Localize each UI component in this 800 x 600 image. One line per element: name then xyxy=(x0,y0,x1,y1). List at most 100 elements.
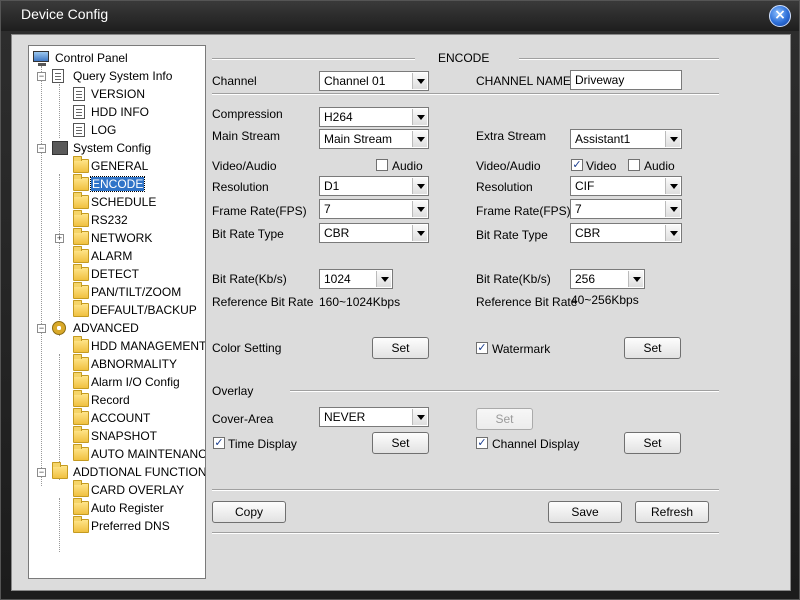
folder-icon xyxy=(73,282,89,299)
tree-label: Record xyxy=(91,393,130,407)
folder-icon xyxy=(73,498,89,515)
chevron-down-icon[interactable] xyxy=(412,178,427,194)
extra-video-checkbox[interactable]: ✓ xyxy=(571,159,583,171)
save-button[interactable]: Save xyxy=(548,501,622,523)
folder-icon xyxy=(73,354,89,371)
tree-label: System Config xyxy=(73,141,152,155)
channel-display-checkbox[interactable]: ✓ xyxy=(476,437,488,449)
chevron-down-icon[interactable] xyxy=(412,109,427,125)
chevron-down-icon[interactable] xyxy=(665,201,680,217)
cover-area-select[interactable]: NEVER xyxy=(319,407,429,427)
time-display-checkbox[interactable]: ✓ xyxy=(213,437,225,449)
extra-resolution-select[interactable]: CIF xyxy=(570,176,682,196)
extra-frame-rate-select[interactable]: 7 xyxy=(570,199,682,219)
tree-label: SCHEDULE xyxy=(91,195,157,209)
chevron-down-icon[interactable] xyxy=(665,131,680,147)
chevron-down-icon[interactable] xyxy=(412,225,427,241)
main-audio-checkbox[interactable] xyxy=(376,159,388,171)
tree-label: Preferred DNS xyxy=(91,519,170,533)
watermark-checkbox[interactable]: ✓ xyxy=(476,342,488,354)
channel-display-set-button[interactable]: Set xyxy=(624,432,681,454)
tree-label: AUTO MAINTENANC xyxy=(91,447,206,461)
folder-icon xyxy=(52,462,68,479)
extra-bit-rate-label: Bit Rate(Kb/s) xyxy=(476,272,551,286)
section-title: ENCODE xyxy=(438,51,490,65)
folder-icon xyxy=(73,480,89,497)
close-button[interactable]: × xyxy=(769,5,791,27)
extra-ref-bit-rate-label: Reference Bit Rate xyxy=(476,295,578,309)
tree-label: ENCODE xyxy=(89,176,146,192)
copy-button[interactable]: Copy xyxy=(212,501,286,523)
cover-area-label: Cover-Area xyxy=(212,412,274,426)
document-edit-icon xyxy=(52,69,64,83)
tree-label: Query System Info xyxy=(73,69,173,83)
compression-label: Compression xyxy=(212,107,283,121)
cover-area-set-button[interactable]: Set xyxy=(476,408,533,430)
main-resolution-value: D1 xyxy=(324,179,340,193)
tree-label: ALARM xyxy=(91,249,133,263)
extra-bit-rate-type-select[interactable]: CBR xyxy=(570,223,682,243)
extra-stream-value: Assistant1 xyxy=(575,132,631,146)
main-ref-bit-rate-value: 160~1024Kbps xyxy=(319,295,401,309)
extra-resolution-value: CIF xyxy=(575,179,595,193)
chevron-down-icon[interactable] xyxy=(412,201,427,217)
tree-label: HDD MANAGEMENT xyxy=(91,339,206,353)
tree-label: ABNORMALITY xyxy=(91,357,178,371)
collapse-icon[interactable]: − xyxy=(37,468,46,477)
main-resolution-select[interactable]: D1 xyxy=(319,176,429,196)
time-display-label: Time Display xyxy=(228,437,297,451)
main-bit-rate-type-label: Bit Rate Type xyxy=(212,227,284,241)
refresh-button[interactable]: Refresh xyxy=(635,501,709,523)
collapse-icon[interactable]: − xyxy=(37,324,46,333)
tree-label: ADDTIONAL FUNCTION xyxy=(73,465,206,479)
title-bar[interactable]: Device Config × xyxy=(1,1,799,31)
chevron-down-icon[interactable] xyxy=(665,178,680,194)
main-stream-value: Main Stream xyxy=(324,132,393,146)
chevron-down-icon[interactable] xyxy=(376,271,391,287)
extra-video-audio-label: Video/Audio xyxy=(476,159,541,173)
channel-display-label: Channel Display xyxy=(492,437,580,451)
watermark-set-button[interactable]: Set xyxy=(624,337,681,359)
folder-icon xyxy=(73,210,89,227)
gears-icon xyxy=(52,321,66,335)
main-bit-rate-select[interactable]: 1024 xyxy=(319,269,393,289)
extra-stream-select[interactable]: Assistant1 xyxy=(570,129,682,149)
chevron-down-icon[interactable] xyxy=(412,409,427,425)
color-setting-set-button[interactable]: Set xyxy=(372,337,429,359)
collapse-icon[interactable]: − xyxy=(37,144,46,153)
channel-name-label: CHANNEL NAME xyxy=(476,74,571,88)
folder-icon xyxy=(73,516,89,533)
tree-label: GENERAL xyxy=(91,159,149,173)
folder-icon xyxy=(73,192,89,209)
tree-label: ADVANCED xyxy=(73,321,139,335)
chevron-down-icon[interactable] xyxy=(665,225,680,241)
extra-audio-checkbox[interactable] xyxy=(628,159,640,171)
main-bit-rate-type-select[interactable]: CBR xyxy=(319,223,429,243)
chevron-down-icon[interactable] xyxy=(628,271,643,287)
compression-value: H264 xyxy=(324,110,353,124)
chevron-down-icon[interactable] xyxy=(412,131,427,147)
expand-icon[interactable]: + xyxy=(55,234,64,243)
watermark-label: Watermark xyxy=(492,342,551,356)
folder-icon xyxy=(73,372,89,389)
document-edit-icon xyxy=(73,123,85,137)
navigation-tree[interactable]: Control Panel − Query System Info VERSIO… xyxy=(28,45,206,579)
main-bit-rate-value: 1024 xyxy=(324,272,351,286)
tree-label: Control Panel xyxy=(55,51,128,65)
chevron-down-icon[interactable] xyxy=(412,73,427,89)
channel-name-input[interactable]: Driveway xyxy=(570,70,682,90)
compression-select[interactable]: H264 xyxy=(319,107,429,127)
tools-icon xyxy=(52,141,68,155)
main-frame-rate-select[interactable]: 7 xyxy=(319,199,429,219)
extra-bit-rate-select[interactable]: 256 xyxy=(570,269,645,289)
main-audio-label: Audio xyxy=(392,159,423,173)
time-display-set-button[interactable]: Set xyxy=(372,432,429,454)
main-ref-bit-rate-label: Reference Bit Rate xyxy=(212,295,314,309)
tree-label: HDD INFO xyxy=(91,105,149,119)
channel-select[interactable]: Channel 01 xyxy=(319,71,429,91)
collapse-icon[interactable]: − xyxy=(37,72,46,81)
folder-icon xyxy=(73,336,89,353)
main-stream-select[interactable]: Main Stream xyxy=(319,129,429,149)
document-edit-icon xyxy=(73,87,85,101)
main-frame-rate-value: 7 xyxy=(324,202,331,216)
